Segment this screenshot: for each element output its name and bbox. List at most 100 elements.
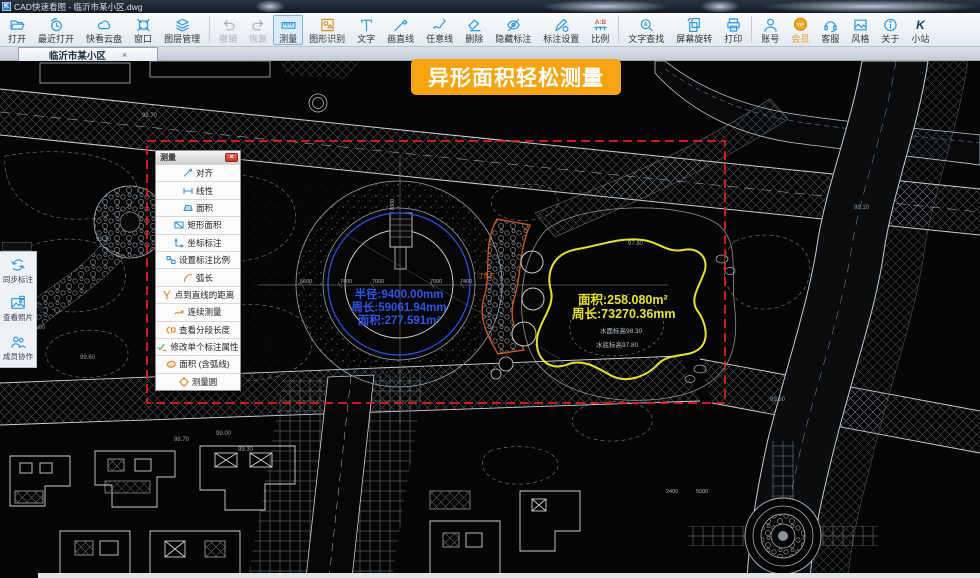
toolbar-button-text[interactable]: 文字 xyxy=(351,15,381,45)
account-icon xyxy=(762,17,779,33)
svg-text:99.00: 99.00 xyxy=(216,431,232,437)
toolbar-button-undo[interactable]: 撤销 xyxy=(213,15,243,45)
side-panel-handle[interactable] xyxy=(2,242,32,251)
title-bar[interactable]: K CAD快速看图 - 临沂市某小区.dwg xyxy=(0,0,980,13)
close-icon[interactable]: × xyxy=(225,153,238,162)
promo-banner-text: 异形面积轻松测量 xyxy=(428,62,604,92)
style-icon xyxy=(852,17,869,33)
eraser-icon xyxy=(466,17,483,33)
toolbar-button-site[interactable]: K 小站 xyxy=(905,15,935,45)
toolbar-button-screen-rotate[interactable]: 屏幕旋转 xyxy=(670,15,718,45)
cad-drawing[interactable]: 半径:9400.00mm 周长:59061.94mm 面积:277.591m² … xyxy=(0,61,980,578)
toolbar-button-delete[interactable]: 删除 xyxy=(459,15,489,45)
toolbar-button-window[interactable]: 窗口 xyxy=(128,15,158,45)
draw-line-icon xyxy=(392,17,409,33)
pond-measurement-label[interactable]: 面积:258.080m² 周长:73270.36mm xyxy=(572,292,676,321)
main-toolbar: 打开 最近打开 快看云盘 窗口 图层管理 撤销 恢复 测量 图形识别 xyxy=(0,13,980,47)
circle-radius-text: 半径:9400.00mm xyxy=(355,287,444,301)
site-k-logo-icon: K xyxy=(912,17,929,33)
svg-text:5000: 5000 xyxy=(696,489,708,495)
toolbar-button-cloud-drive[interactable]: 快看云盘 xyxy=(80,15,128,45)
measure-item-annotation-scale[interactable]: 设置标注比例 xyxy=(156,251,240,268)
svg-text:VIP: VIP xyxy=(797,22,804,27)
toolbar-button-support[interactable]: 客服 xyxy=(815,15,845,45)
recent-clock-icon xyxy=(48,17,65,33)
measure-item-area-with-arc[interactable]: 面积 (含弧线) xyxy=(156,355,240,372)
measure-item-modify-annotation[interactable]: 修改单个标注属性 xyxy=(156,338,240,355)
measure-circle-icon xyxy=(179,377,189,387)
toolbar-button-text-search[interactable]: A 文字查找 xyxy=(622,15,670,45)
align-icon xyxy=(183,168,193,178)
measure-item-segment-length[interactable]: 查看分段长度 xyxy=(156,321,240,338)
rect-area-icon xyxy=(174,220,184,230)
measure-item-measure-circle[interactable]: 测量圆 xyxy=(156,373,240,390)
window-icon xyxy=(135,17,152,33)
layers-icon xyxy=(174,17,191,33)
coordinate-icon xyxy=(174,238,184,248)
promo-banner: 异形面积轻松测量 xyxy=(411,59,621,95)
toolbar-button-account[interactable]: 账号 xyxy=(755,15,785,45)
svg-text:99.10: 99.10 xyxy=(854,205,870,211)
svg-text:水底标高97.80: 水底标高97.80 xyxy=(596,340,639,349)
drawing-canvas[interactable]: 半径:9400.00mm 周长:59061.94mm 面积:277.591m² … xyxy=(0,61,980,578)
side-button-sync-annotations[interactable]: 同步标注 xyxy=(0,252,36,290)
side-button-member-collaboration[interactable]: 成员协作 xyxy=(0,329,36,367)
modify-annotation-icon xyxy=(157,342,167,352)
svg-text:7400: 7400 xyxy=(460,279,472,285)
toolbar-button-open[interactable]: 打开 xyxy=(2,15,32,45)
measure-item-point-to-line-distance[interactable]: 点到直线的距离 xyxy=(156,286,240,303)
toolbar-button-freehand-line[interactable]: 任意线 xyxy=(420,15,459,45)
redo-icon xyxy=(250,17,267,33)
toolbar-button-recent-open[interactable]: 最近打开 xyxy=(32,15,80,45)
toolbar-button-style[interactable]: 风格 xyxy=(845,15,875,45)
side-button-view-photos[interactable]: 查看照片 xyxy=(0,290,36,328)
segment-length-icon xyxy=(166,325,176,335)
svg-text:K: K xyxy=(916,18,926,32)
toolbar-button-print[interactable]: 打印 xyxy=(718,15,748,45)
measure-item-rect-area[interactable]: 矩形面积 xyxy=(156,216,240,233)
toolbar-separator xyxy=(618,16,619,43)
measure-item-arc-length[interactable]: 弧长 xyxy=(156,268,240,285)
measure-item-align[interactable]: 对齐 xyxy=(156,164,240,181)
freehand-line-icon xyxy=(431,17,448,33)
svg-text:A:B: A:B xyxy=(595,19,607,26)
document-tab[interactable]: 临沂市某小区 × xyxy=(18,47,158,61)
toolbar-button-about[interactable]: 关于 xyxy=(875,15,905,45)
toolbar-button-annotation-settings[interactable]: 标注设置 xyxy=(537,15,585,45)
measure-item-continuous-measure[interactable]: 连续测量 xyxy=(156,303,240,320)
print-icon xyxy=(725,17,742,33)
toolbar-button-draw-line[interactable]: 画直线 xyxy=(381,15,420,45)
svg-text:7400: 7400 xyxy=(340,279,352,285)
measure-icon xyxy=(280,17,297,33)
toolbar-button-measure[interactable]: 测量 xyxy=(273,15,303,45)
shape-recognition-icon xyxy=(319,17,336,33)
measure-panel-titlebar[interactable]: 测量 × xyxy=(156,151,240,164)
measure-item-area[interactable]: 面积 xyxy=(156,199,240,216)
toolbar-button-redo[interactable]: 恢复 xyxy=(243,15,273,45)
scale-icon: A:B xyxy=(592,17,609,33)
svg-text:98.70: 98.70 xyxy=(174,437,190,443)
undo-icon xyxy=(220,17,237,33)
svg-text:7000: 7000 xyxy=(372,279,384,285)
toolbar-button-scale[interactable]: A:B 比例 xyxy=(585,15,615,45)
toolbar-button-shape-recognition[interactable]: 图形识别 xyxy=(303,15,351,45)
collaboration-side-panel: 同步标注 查看照片 成员协作 xyxy=(0,251,37,368)
measure-item-coordinate-annotation[interactable]: 坐标标注 xyxy=(156,234,240,251)
tab-close-icon[interactable]: × xyxy=(122,50,127,60)
people-icon xyxy=(10,334,26,350)
toolbar-button-layer-manager[interactable]: 图层管理 xyxy=(158,15,206,45)
measure-item-linear[interactable]: 线性 xyxy=(156,181,240,198)
point-line-distance-icon xyxy=(162,290,172,300)
toolbar-button-vip[interactable]: VIP 会员 xyxy=(785,15,815,45)
support-headset-icon xyxy=(822,17,839,33)
circle-perimeter-text: 周长:59061.94mm xyxy=(351,300,446,314)
svg-text:7000: 7000 xyxy=(430,279,442,285)
toolbar-separator xyxy=(751,16,752,43)
svg-text:97.80: 97.80 xyxy=(628,241,644,247)
toolbar-button-hide-annotations[interactable]: 隐藏标注 xyxy=(489,15,537,45)
svg-text:99.30: 99.30 xyxy=(238,447,254,453)
svg-text:99.60: 99.60 xyxy=(770,397,786,403)
circle-measurement-label[interactable]: 半径:9400.00mm 周长:59061.94mm 面积:277.591m² xyxy=(351,287,446,327)
text-icon xyxy=(358,17,375,33)
area-with-arc-icon xyxy=(166,359,176,369)
